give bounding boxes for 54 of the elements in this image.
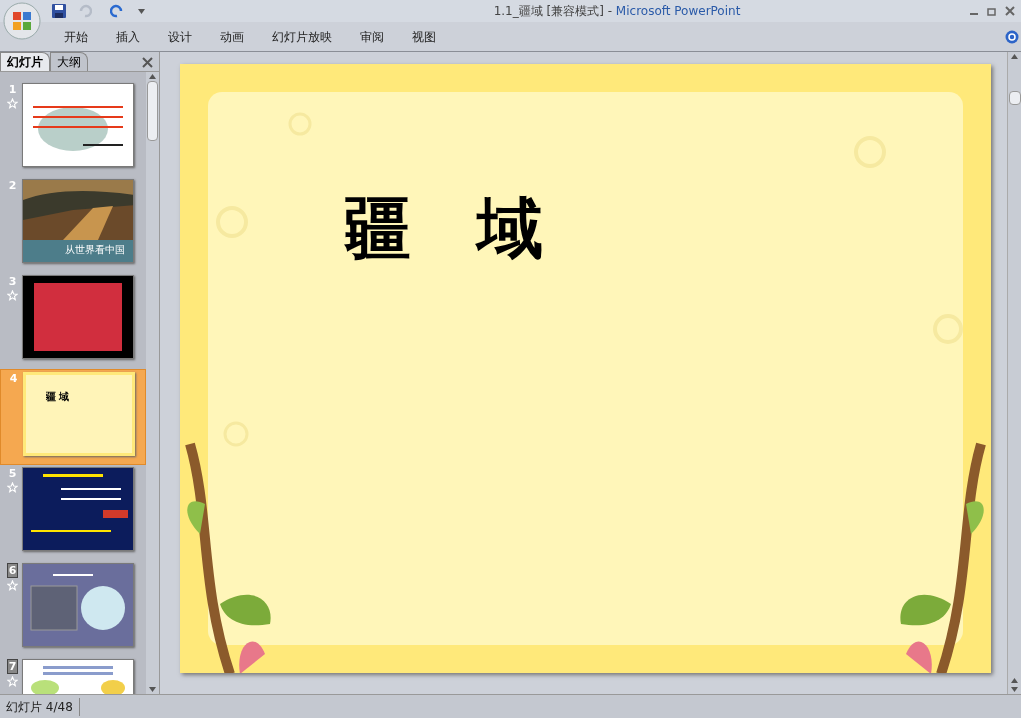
slide-number: 3 [7,275,18,288]
slide-number: 5 [7,467,18,480]
slide-thumbnail[interactable]: 疆 域 [23,372,135,456]
redo-icon[interactable] [110,4,124,18]
document-title: 1.1_疆域 [兼容模式] - [493,3,614,20]
office-button-icon[interactable] [3,2,41,40]
save-icon[interactable] [52,4,66,18]
restore-icon[interactable] [987,6,997,16]
thumbnail-caption: 从世界看中国 [65,243,126,257]
star-icon [7,580,18,591]
slide-number: 1 [7,83,18,96]
app-title: Microsoft PowerPoint [615,3,741,20]
ribbon-tab[interactable]: 幻灯片放映 [258,24,346,49]
ribbon-tab[interactable]: 设计 [154,24,206,49]
scroll-up-icon[interactable] [149,74,156,79]
close-icon[interactable] [142,57,153,68]
scroll-thumb[interactable] [147,81,158,141]
slide-thumbnail[interactable] [22,467,134,551]
slide-title: 疆 域 [345,189,543,267]
slide-thumbnail[interactable] [22,83,134,167]
thumbnail-title: 疆 域 [46,390,70,404]
slide-list-item[interactable]: 4 疆 域 [0,369,146,465]
ribbon-tab[interactable]: 动画 [206,24,258,49]
pane-tab[interactable]: 幻灯片 [0,52,50,71]
scroll-down-icon[interactable] [149,687,156,692]
slide-number: 2 [7,179,18,192]
close-icon[interactable] [1005,6,1015,16]
star-icon [7,676,18,687]
slide-number: 6 [6,563,19,578]
status-slide-position: 幻灯片 4/48 [0,697,80,716]
slide-number: 4 [8,372,19,385]
star-icon [7,290,18,301]
slide-thumbnail[interactable] [22,275,134,359]
slide-number: 7 [6,659,19,674]
scrollbar[interactable] [1007,52,1021,694]
scrollbar[interactable] [146,72,159,694]
caret-icon[interactable] [138,8,145,14]
star-icon [7,482,18,493]
ribbon-tab[interactable]: 开始 [50,24,102,49]
slide-list-item[interactable]: 6 [0,561,146,657]
ribbon-tab[interactable]: 视图 [398,24,450,49]
slide-thumbnail[interactable] [22,563,134,647]
next-slide-icon[interactable] [1011,687,1018,692]
help-icon[interactable] [1005,29,1019,44]
scroll-up-icon[interactable] [1011,54,1018,59]
slide-thumbnail[interactable]: 从世界看中国 [22,179,134,263]
slide-list-item[interactable]: 2 从世界看中国 [0,177,146,273]
ribbon-tab[interactable]: 插入 [102,24,154,49]
star-icon [7,98,18,109]
ribbon-tab[interactable]: 审阅 [346,24,398,49]
pane-tab[interactable]: 大纲 [50,52,88,71]
scroll-thumb[interactable] [1008,91,1021,105]
previous-slide-icon[interactable] [1011,678,1018,683]
slide-list-item[interactable]: 7 [0,657,146,694]
